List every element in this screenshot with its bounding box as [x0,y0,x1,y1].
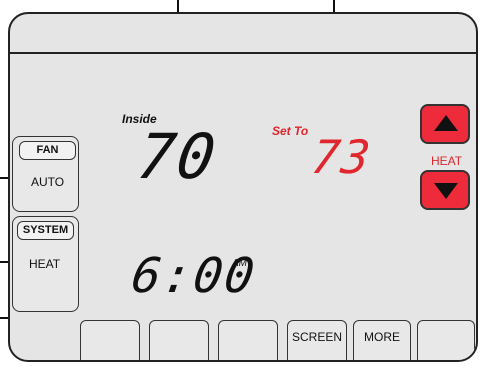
more-button[interactable]: MORE [353,320,411,360]
clock-time: 6:00 [128,248,260,304]
system-value: HEAT [29,257,61,271]
softkey-1[interactable] [80,320,140,360]
system-header: SYSTEM [17,221,74,240]
thermostat-screen: Inside 70 Set To 73 6:00 AM FAN AUTO SYS… [8,12,478,362]
temp-up-button[interactable] [420,104,470,144]
inside-temperature: 70 [132,120,222,193]
up-arrow-icon [434,115,458,131]
softkey-6[interactable] [417,320,475,360]
softkey-2[interactable] [149,320,209,360]
down-arrow-icon [434,183,458,199]
set-temperature: 73 [308,130,376,184]
softkey-3[interactable] [218,320,278,360]
fan-header: FAN [19,141,76,160]
system-button[interactable]: SYSTEM HEAT [12,216,79,312]
fan-button[interactable]: FAN AUTO [12,136,79,212]
screen-button[interactable]: SCREEN [287,320,347,360]
heat-mode-label: HEAT [431,154,463,168]
header-divider [10,52,476,54]
temp-down-button[interactable] [420,170,470,210]
set-to-label: Set To [272,124,309,138]
clock-ampm: AM [232,258,247,269]
fan-value: AUTO [31,175,65,189]
